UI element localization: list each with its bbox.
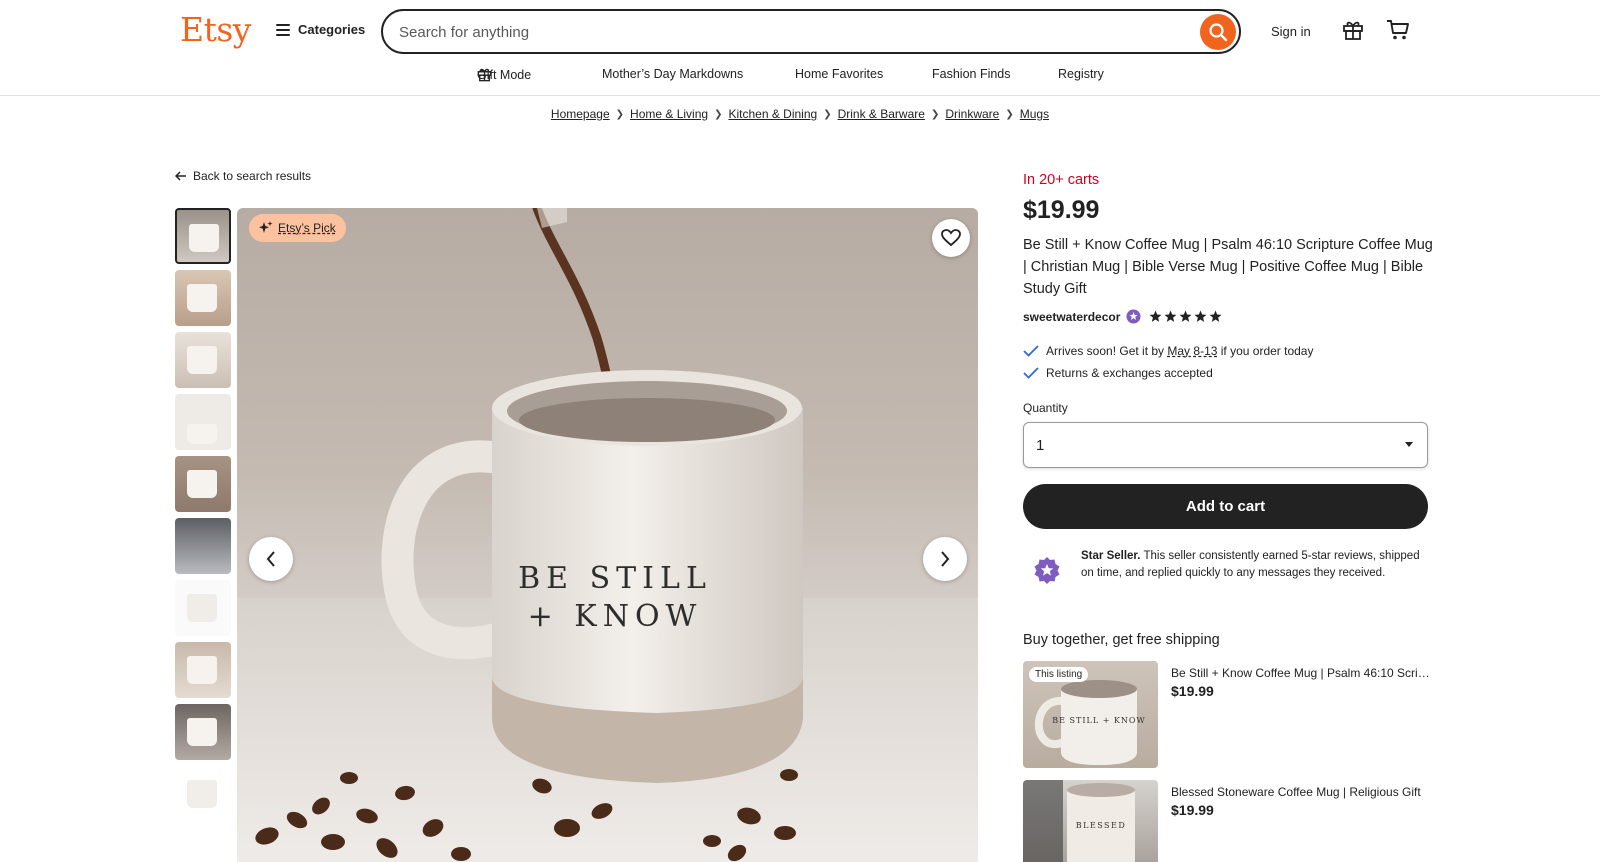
- sign-in-link[interactable]: Sign in: [1271, 24, 1311, 39]
- sub-navigation: Gift Mode Mother’s Day Markdowns Home Fa…: [0, 67, 1600, 87]
- chevron-right-icon: ❯: [714, 108, 723, 120]
- arrival-suffix: if you order today: [1220, 344, 1314, 358]
- returns-info: Returns & exchanges accepted: [1023, 366, 1213, 380]
- product-photo: BE STILL + KNOW: [237, 208, 978, 862]
- search-bar: [381, 9, 1241, 54]
- quantity-select[interactable]: 1: [1023, 422, 1428, 468]
- nav-mothers-day[interactable]: Mother’s Day Markdowns: [602, 67, 743, 81]
- breadcrumb-drinkware[interactable]: Drinkware: [945, 107, 999, 121]
- chevron-left-icon: [266, 551, 275, 567]
- star-seller-title: Star Seller.: [1081, 550, 1141, 562]
- thumbnail[interactable]: [175, 394, 231, 450]
- caret-down-icon: [1405, 442, 1413, 447]
- bundle-item-title[interactable]: Blessed Stoneware Coffee Mug | Religious…: [1171, 785, 1431, 799]
- breadcrumb-mugs[interactable]: Mugs: [1020, 107, 1049, 121]
- bundle-item-price: $19.99: [1171, 802, 1214, 818]
- etsys-pick-badge[interactable]: Etsy’s Pick: [249, 214, 346, 242]
- thumbnail[interactable]: [175, 332, 231, 388]
- next-image-button[interactable]: [923, 537, 967, 581]
- bundle-item-image[interactable]: BE STILL + KNOW This listing: [1023, 661, 1158, 768]
- categories-label: Categories: [298, 22, 366, 37]
- star-seller-icon: [1126, 309, 1141, 324]
- mug-text-line1: BE STILL: [518, 561, 712, 596]
- returns-label[interactable]: Returns & exchanges accepted: [1046, 366, 1213, 380]
- product-price: $19.99: [1023, 196, 1100, 224]
- arrival-date[interactable]: May 8-13: [1167, 344, 1217, 358]
- quantity-value: 1: [1036, 436, 1045, 454]
- rating-stars[interactable]: [1149, 310, 1222, 323]
- thumbnail[interactable]: [175, 580, 231, 636]
- search-icon: [1209, 23, 1228, 42]
- star-icon: [1164, 310, 1177, 322]
- gift-icon[interactable]: [1342, 19, 1364, 41]
- star-seller-badge-icon: [1034, 557, 1060, 584]
- previous-image-button[interactable]: [249, 537, 293, 581]
- bundle-item-image[interactable]: BLESSED: [1023, 780, 1158, 862]
- search-button[interactable]: [1200, 14, 1236, 50]
- arrow-left-icon: [175, 171, 186, 181]
- bundle-item-price: $19.99: [1171, 683, 1214, 699]
- star-icon: [1179, 310, 1192, 322]
- search-input[interactable]: [399, 21, 1159, 43]
- etsy-logo[interactable]: Etsy: [180, 10, 251, 49]
- shop-info: sweetwaterdecor: [1023, 309, 1222, 324]
- breadcrumb: Homepage ❯ Home & Living ❯ Kitchen & Din…: [0, 107, 1600, 121]
- thumbnail[interactable]: [175, 208, 231, 264]
- quantity-label: Quantity: [1023, 401, 1068, 415]
- chevron-right-icon: [941, 551, 950, 567]
- site-header: Etsy Categories Sign in: [0, 0, 1600, 96]
- chevron-right-icon: ❯: [930, 108, 940, 120]
- star-icon: [1149, 310, 1162, 322]
- breadcrumb-homepage[interactable]: Homepage: [551, 107, 610, 121]
- thumbnail[interactable]: [175, 642, 231, 698]
- arrival-info: Arrives soon! Get it by May 8-13 if you …: [1023, 344, 1313, 358]
- buy-together-heading: Buy together, get free shipping: [1023, 632, 1220, 648]
- nav-registry[interactable]: Registry: [1058, 67, 1104, 81]
- nav-label: Gift Mode: [477, 67, 532, 82]
- back-label: Back to search results: [193, 169, 312, 183]
- sparkle-icon: [259, 221, 273, 233]
- bundle-item-title[interactable]: Be Still + Know Coffee Mug | Psalm 46:10…: [1171, 666, 1431, 680]
- add-to-cart-button[interactable]: Add to cart: [1023, 484, 1428, 529]
- breadcrumb-drink-barware[interactable]: Drink & Barware: [838, 107, 925, 121]
- chevron-right-icon: ❯: [823, 108, 832, 120]
- thumbnail[interactable]: [175, 518, 231, 574]
- bundle-mug-text: BLESSED: [1076, 821, 1127, 830]
- this-listing-badge: This listing: [1029, 667, 1089, 682]
- product-title: Be Still + Know Coffee Mug | Psalm 46:10…: [1023, 237, 1433, 297]
- chevron-right-icon: ❯: [615, 108, 625, 120]
- nav-gift-mode[interactable]: Gift Mode: [477, 67, 531, 82]
- breadcrumb-kitchen-dining[interactable]: Kitchen & Dining: [728, 107, 817, 121]
- bundle-mug-text: BE STILL + KNOW: [1052, 716, 1145, 725]
- categories-button[interactable]: Categories: [276, 22, 365, 37]
- star-icon: [1209, 310, 1222, 322]
- checkmark-icon: [1023, 345, 1039, 357]
- thumbnail[interactable]: [175, 704, 231, 760]
- chevron-right-icon: ❯: [1005, 108, 1014, 120]
- breadcrumb-home-living[interactable]: Home & Living: [630, 107, 708, 121]
- thumbnail[interactable]: [175, 270, 231, 326]
- badge-label: Etsy’s Pick: [278, 221, 336, 235]
- shop-name-link[interactable]: sweetwaterdecor: [1023, 310, 1120, 324]
- star-icon: [1194, 310, 1207, 322]
- arrival-prefix: Arrives soon! Get it by: [1046, 344, 1165, 358]
- thumbnail-strip: [175, 208, 232, 828]
- star-seller-text: Star Seller. This seller consistently ea…: [1081, 548, 1429, 582]
- product-photo: BLESSED: [1023, 780, 1135, 862]
- back-to-search-link[interactable]: Back to search results: [175, 169, 311, 183]
- heart-icon: [941, 229, 961, 247]
- main-product-image: BE STILL + KNOW Etsy’s Pick: [237, 208, 978, 862]
- thumbnail[interactable]: [175, 766, 231, 822]
- cart-icon[interactable]: [1386, 19, 1410, 41]
- in-carts-notice: In 20+ carts: [1023, 172, 1100, 188]
- menu-icon: [276, 23, 290, 36]
- nav-home-favorites[interactable]: Home Favorites: [795, 67, 883, 81]
- nav-fashion-finds[interactable]: Fashion Finds: [932, 67, 1011, 81]
- favorite-button[interactable]: [932, 219, 970, 257]
- checkmark-icon: [1023, 367, 1039, 379]
- thumbnail[interactable]: [175, 456, 231, 512]
- mug-text-line2: + KNOW: [528, 599, 703, 634]
